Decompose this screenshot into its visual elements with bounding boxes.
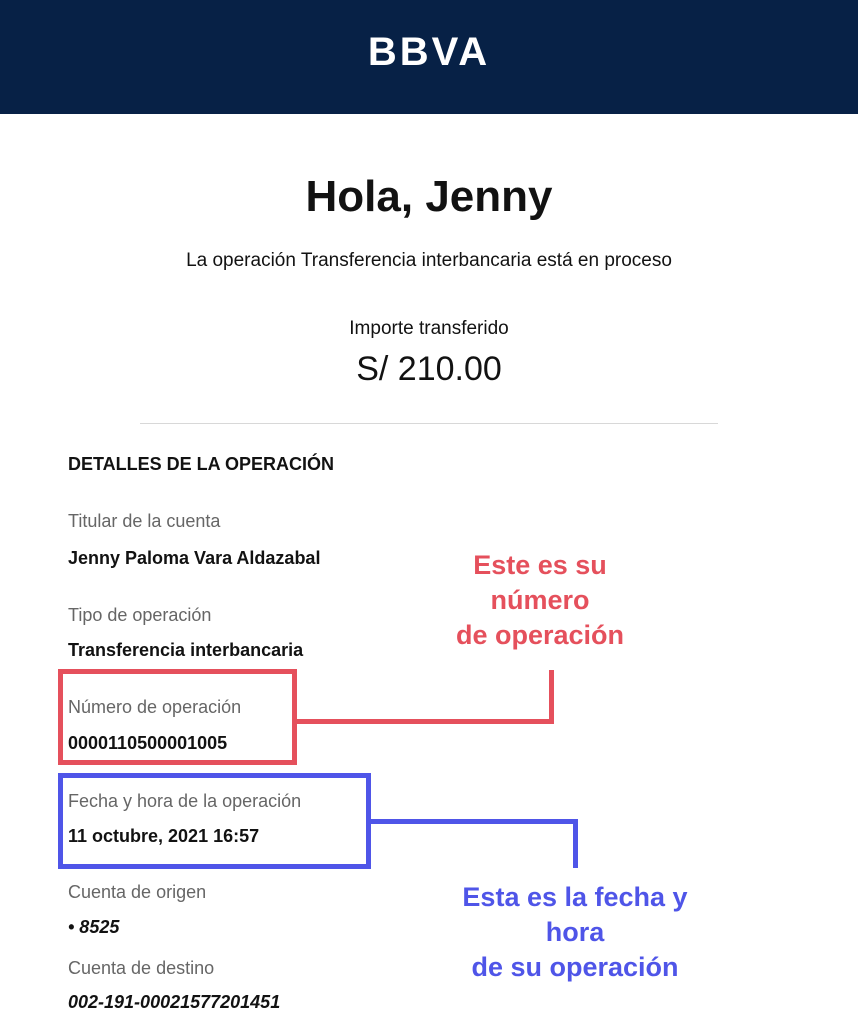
divider: [140, 423, 718, 424]
operation-number-highlight: [58, 669, 297, 765]
greeting-heading: Hola, Jenny: [305, 172, 553, 221]
operation-number-connector-vertical: [549, 670, 554, 724]
datetime-note-line: hora: [545, 917, 605, 947]
operation-type-label: Tipo de operación: [68, 605, 212, 625]
datetime-connector-vertical: [573, 819, 578, 868]
destination-account-label: Cuenta de destino: [68, 958, 215, 978]
account-holder-label: Titular de la cuenta: [68, 511, 221, 531]
datetime-note: Esta es la fecha y hora de su operación: [430, 880, 720, 985]
operation-datetime-highlight: [58, 773, 371, 869]
bbva-logo: BBVA: [367, 30, 491, 74]
email-header: BBVA: [0, 0, 858, 114]
operation-number-note: Este es su número de operación: [430, 548, 650, 653]
amount-label: Importe transferido: [349, 318, 509, 339]
operation-number-note-line: número: [490, 585, 590, 615]
account-holder-value: Jenny Paloma Vara Aldazabal: [68, 548, 321, 568]
details-title: DETALLES DE LA OPERACIÓN: [68, 454, 335, 474]
operation-number-connector-horizontal: [297, 719, 554, 724]
destination-account-value: 002-191-00021577201451: [68, 992, 281, 1012]
amount-value: S/ 210.00: [356, 350, 502, 388]
datetime-note-line: de su operación: [471, 952, 679, 982]
origin-account-label: Cuenta de origen: [68, 882, 207, 902]
operation-number-note-line: Este es su: [473, 550, 607, 580]
origin-account-value: • 8525: [68, 917, 120, 937]
operation-type-value: Transferencia interbancaria: [68, 640, 304, 660]
status-message: La operación Transferencia interbancaria…: [186, 250, 672, 271]
datetime-connector-horizontal: [371, 819, 578, 824]
operation-number-note-line: de operación: [455, 620, 625, 650]
datetime-note-line: Esta es la fecha y: [462, 882, 688, 912]
